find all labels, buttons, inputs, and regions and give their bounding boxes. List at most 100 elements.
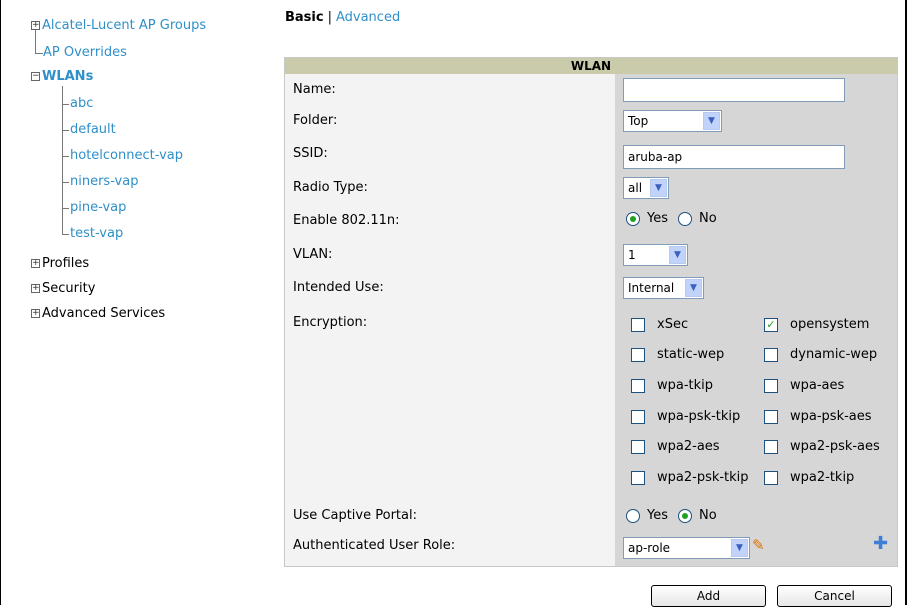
encryption-opensystem-checkbox[interactable]: ✓ [764, 318, 778, 332]
ssid-field[interactable] [623, 145, 845, 169]
expand-icon[interactable]: + [31, 284, 40, 293]
tree-connector [62, 208, 69, 209]
tree-connector [62, 86, 63, 234]
intended-use-select-value: Internal [628, 281, 675, 295]
encryption-wpa2-psk-tkip-label: wpa2-psk-tkip [657, 470, 749, 485]
encryption-wpa2-aes-label: wpa2-aes [657, 439, 720, 454]
tree-item-label[interactable]: default [70, 122, 116, 137]
encryption-wpa2-aes-checkbox[interactable] [631, 440, 645, 454]
folder-select[interactable]: Top ▼ [623, 110, 722, 132]
cancel-button[interactable]: Cancel [777, 585, 892, 607]
encryption-label: Encryption: [293, 315, 368, 330]
chevron-down-icon[interactable]: ▼ [650, 179, 667, 197]
tree-item-label[interactable]: AP Overrides [43, 45, 127, 60]
encryption-wpa2-psk-tkip-checkbox[interactable] [631, 471, 645, 485]
encryption-xsec-label: xSec [657, 317, 689, 332]
captive-portal-yes-label: Yes [647, 508, 668, 523]
tree-item-label[interactable]: niners-vap [70, 174, 138, 189]
encryption-wpa2-tkip-checkbox[interactable] [764, 471, 778, 485]
encryption-wpa2-tkip-label: wpa2-tkip [790, 470, 855, 485]
expand-icon[interactable]: + [31, 21, 40, 30]
name-field[interactable] [623, 78, 845, 102]
expand-icon[interactable]: + [31, 259, 40, 268]
encryption-dynamic-wep-checkbox[interactable] [764, 348, 778, 362]
encryption-wpa-tkip-label: wpa-tkip [657, 378, 714, 393]
ssid-label: SSID: [293, 146, 328, 161]
vlan-label: VLAN: [293, 247, 333, 262]
tree-connector [62, 130, 69, 131]
tree-item-advanced-services[interactable]: Advanced Services [42, 303, 165, 325]
tree-item-label[interactable]: pine-vap [70, 200, 126, 215]
encryption-wpa-aes-label: wpa-aes [790, 378, 845, 393]
tree-item-label[interactable]: Profiles [42, 256, 89, 271]
enable-80211n-no-radio[interactable] [678, 212, 692, 226]
captive-portal-label: Use Captive Portal: [293, 508, 417, 523]
encryption-wpa-psk-tkip-label: wpa-psk-tkip [657, 409, 741, 424]
captive-portal-yes-radio[interactable] [626, 509, 640, 523]
folder-select-value: Top [628, 114, 649, 128]
tree-connector [62, 156, 69, 157]
tree-item-profiles[interactable]: Profiles [42, 253, 89, 275]
tree-item-label[interactable]: Advanced Services [42, 306, 165, 321]
enable-80211n-label: Enable 802.11n: [293, 213, 400, 228]
encryption-dynamic-wep-label: dynamic-wep [790, 347, 878, 362]
captive-portal-no-radio[interactable] [678, 509, 692, 523]
tree-item-label[interactable]: Security [42, 281, 95, 296]
tree-item-hotelconnect-vap[interactable]: hotelconnect-vap [70, 145, 183, 167]
tree-item-ap-overrides[interactable]: AP Overrides [43, 42, 127, 64]
wlan-form-panel: WLAN Name: Folder: SSID: Radio Type: Ena… [284, 57, 898, 567]
folder-label: Folder: [293, 113, 338, 128]
chevron-down-icon[interactable]: ▼ [669, 246, 686, 264]
encryption-wpa2-psk-aes-label: wpa2-psk-aes [790, 439, 880, 454]
vlan-select-value: 1 [628, 248, 636, 262]
tree-item-wlans[interactable]: WLANs [42, 66, 93, 88]
chevron-down-icon[interactable]: ▼ [731, 539, 748, 557]
tree-item-ap-groups[interactable]: Alcatel-Lucent AP Groups [42, 15, 206, 37]
auth-role-select-value: ap-role [628, 541, 671, 555]
encryption-static-wep-label: static-wep [657, 347, 725, 362]
collapse-icon[interactable]: − [31, 72, 40, 81]
enable-80211n-yes-label: Yes [647, 211, 668, 226]
navigation-tree: + Alcatel-Lucent AP Groups AP Overrides … [0, 0, 270, 340]
intended-use-label: Intended Use: [293, 280, 384, 295]
checkmark-icon: ✓ [766, 318, 776, 331]
tree-item-label[interactable]: hotelconnect-vap [70, 148, 183, 163]
radio-type-select[interactable]: all ▼ [623, 177, 669, 199]
tree-item-label[interactable]: abc [70, 96, 93, 111]
tree-item-abc[interactable]: abc [70, 93, 93, 115]
tree-item-label[interactable]: test-vap [70, 226, 123, 241]
vlan-select[interactable]: 1 ▼ [623, 244, 688, 266]
tree-item-label[interactable]: Alcatel-Lucent AP Groups [42, 18, 206, 33]
radio-type-label: Radio Type: [293, 180, 368, 195]
tree-item-default[interactable]: default [70, 119, 116, 141]
pencil-icon[interactable]: ✎ [752, 537, 765, 553]
encryption-wpa-aes-checkbox[interactable] [764, 379, 778, 393]
tab-basic[interactable]: Basic [285, 10, 324, 25]
intended-use-select[interactable]: Internal ▼ [623, 277, 704, 299]
name-label: Name: [293, 82, 336, 97]
encryption-wpa-tkip-checkbox[interactable] [631, 379, 645, 393]
encryption-wpa-psk-aes-label: wpa-psk-aes [790, 409, 872, 424]
enable-80211n-yes-radio[interactable] [626, 212, 640, 226]
encryption-wpa-psk-tkip-checkbox[interactable] [631, 410, 645, 424]
tree-item-label[interactable]: WLANs [42, 69, 93, 84]
tree-item-test-vap[interactable]: test-vap [70, 223, 123, 245]
tree-connector [62, 104, 69, 105]
tab-bar: Basic | Advanced [285, 8, 400, 28]
encryption-wpa-psk-aes-checkbox[interactable] [764, 410, 778, 424]
expand-icon[interactable]: + [31, 309, 40, 318]
encryption-xsec-checkbox[interactable] [631, 318, 645, 332]
add-button[interactable]: Add [651, 585, 766, 607]
tab-advanced[interactable]: Advanced [336, 10, 400, 25]
auth-role-select[interactable]: ap-role ▼ [623, 537, 750, 559]
tree-item-niners-vap[interactable]: niners-vap [70, 171, 138, 193]
encryption-static-wep-checkbox[interactable] [631, 348, 645, 362]
tree-item-pine-vap[interactable]: pine-vap [70, 197, 126, 219]
chevron-down-icon[interactable]: ▼ [703, 112, 720, 130]
tree-item-security[interactable]: Security [42, 278, 95, 300]
enable-80211n-no-label: No [699, 211, 717, 226]
chevron-down-icon[interactable]: ▼ [685, 279, 702, 297]
radio-type-select-value: all [628, 181, 643, 195]
plus-icon[interactable]: ✚ [873, 535, 888, 553]
encryption-wpa2-psk-aes-checkbox[interactable] [764, 440, 778, 454]
